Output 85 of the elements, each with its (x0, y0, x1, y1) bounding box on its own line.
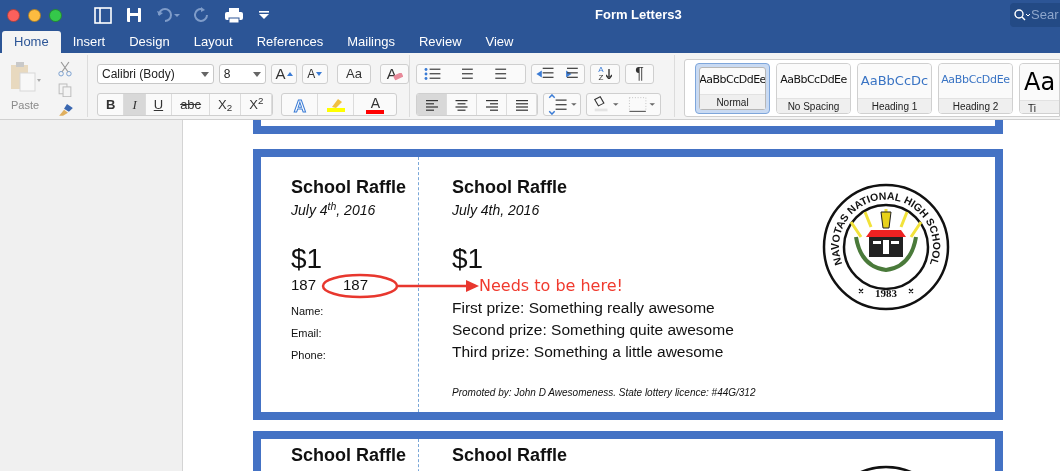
undo-icon[interactable] (156, 7, 180, 23)
minimize-button[interactable] (28, 8, 41, 22)
text-effects-button[interactable]: A (282, 94, 319, 115)
seal-year-text: 1983 (875, 287, 897, 299)
prize-line: Third prize: Something a little awesome (452, 342, 725, 362)
style-preview: Aa (1023, 66, 1057, 98)
align-right-icon (484, 98, 499, 111)
style-name: Ti (1020, 99, 1059, 113)
ribbon-tab[interactable]: Mailings (335, 31, 407, 53)
prize-line: First prize: Something really awesome (452, 298, 716, 318)
shading-borders-icon[interactable] (586, 93, 661, 116)
ticket-title: School Raffle (291, 176, 407, 199)
style-item[interactable]: AaBbCcDdEe Normal (695, 62, 770, 114)
ticket-title: School Raffle (291, 444, 407, 467)
shrink-font-button[interactable]: A (302, 64, 328, 84)
redo-icon[interactable] (194, 7, 210, 23)
ribbon-tab[interactable]: Review (406, 31, 474, 53)
font-name-value: Calibri (Body) (102, 66, 175, 83)
align-center-icon (454, 98, 469, 111)
style-item[interactable]: AaBbCcDdEe Heading 2 (938, 62, 1013, 114)
align-justify-icon (514, 98, 529, 111)
format-button[interactable]: X$^{2}$ (241, 94, 273, 115)
format-button[interactable]: I (124, 94, 146, 115)
align-left-button[interactable] (417, 94, 447, 115)
ticket-title: School Raffle (452, 444, 568, 467)
close-button[interactable] (7, 8, 20, 22)
style-name: Heading 2 (939, 97, 1012, 113)
up-arrow-icon[interactable] (286, 72, 293, 76)
field-label: Phone: (291, 348, 327, 363)
font-color-button[interactable]: A (354, 94, 397, 115)
print-icon[interactable] (224, 6, 244, 24)
style-name: Normal (700, 93, 765, 109)
ribbon-tab[interactable]: Design (117, 31, 182, 53)
customize-toolbar-icon[interactable] (258, 10, 270, 20)
format-button[interactable]: X$_{2}$ (210, 94, 242, 115)
search-icon[interactable] (1014, 9, 1030, 21)
style-name: No Spacing (777, 97, 850, 113)
ribbon-tab[interactable]: Layout (181, 31, 245, 53)
ticket-price: $1 (452, 243, 485, 275)
ribbon-tab[interactable]: Insert (60, 31, 118, 53)
promoter-text: Promoted by: John D Awesomeness. State lottery licence: #44G/312 (452, 386, 757, 400)
ticket-date: July 4th, 2016 (452, 201, 541, 220)
show-formatting-button[interactable]: ¶ (625, 64, 654, 84)
format-button[interactable]: abc (172, 94, 211, 115)
prize-line: Second prize: Something quite awesome (452, 320, 735, 340)
ribbon-tab[interactable]: View (473, 31, 526, 53)
line-spacing-icon[interactable] (543, 93, 581, 116)
search-field[interactable]: Sear (1010, 3, 1060, 27)
fullscreen-button[interactable] (49, 8, 62, 22)
style-item[interactable]: AaBbCcDdEe No Spacing (776, 62, 851, 114)
field-label: Email: (291, 326, 323, 341)
font-name-field[interactable]: Calibri (Body) (97, 64, 214, 84)
style-name: Heading 1 (858, 97, 931, 113)
ticket-title: School Raffle (452, 176, 568, 199)
ribbon-tab[interactable]: References (244, 31, 336, 53)
indent-buttons-icon[interactable] (531, 64, 585, 84)
style-preview: AaBbCcDdEe (700, 72, 765, 89)
ticket-number: 187 (343, 275, 369, 296)
dropdown-caret-icon[interactable] (200, 71, 209, 77)
field-label: Name: (291, 304, 325, 319)
dropdown-caret-icon[interactable] (253, 71, 262, 77)
ribbon-tab[interactable]: Home (2, 31, 61, 53)
paste-label: Paste (10, 98, 40, 113)
ticket-date: July 4$^{th}$, 2016 (291, 199, 377, 220)
search-placeholder: Sear (1031, 6, 1059, 25)
ticket-number: 187 (291, 275, 317, 296)
format-button[interactable]: U (145, 94, 173, 115)
style-item[interactable]: Aa Ti (1019, 62, 1059, 114)
window-title: Form Letters3 (595, 6, 683, 25)
list-buttons-icon[interactable] (416, 64, 526, 84)
style-preview: AaBbCcDdEe (779, 72, 848, 89)
style-preview: AaBbCcDdEe (940, 72, 1011, 89)
down-arrow-icon[interactable] (605, 69, 612, 79)
ticket-price: $1 (291, 243, 324, 275)
style-item[interactable]: AaBbCcDc Heading 1 (857, 62, 932, 114)
annotation-text: Needs to be here! (478, 275, 624, 297)
sidebar-icon[interactable] (94, 6, 112, 24)
grow-font-button[interactable]: A (271, 64, 297, 84)
change-case-button[interactable]: Aa (336, 64, 372, 84)
align-left-icon (424, 98, 439, 111)
sort-button[interactable]: A Z (590, 64, 620, 84)
format-painter-icon[interactable] (58, 103, 74, 117)
font-size-value: 8 (223, 66, 231, 83)
style-preview: AaBbCcDc (859, 71, 930, 90)
font-size-field[interactable]: 8 (218, 64, 267, 84)
